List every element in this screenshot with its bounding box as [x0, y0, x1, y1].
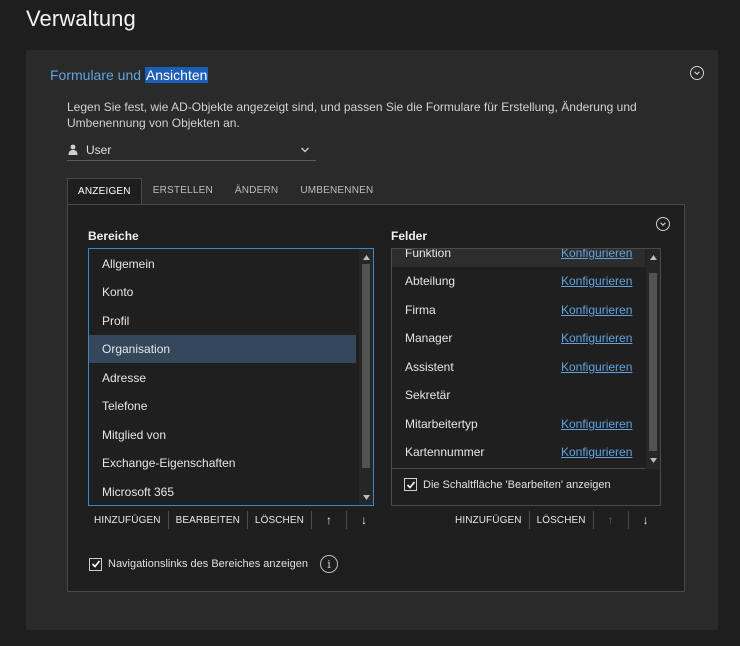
field-row[interactable]: Kartennummer Konfigurieren: [392, 438, 645, 466]
info-icon[interactable]: i: [319, 555, 338, 573]
configure-link[interactable]: Konfigurieren: [561, 249, 632, 260]
checkbox-checked[interactable]: [89, 557, 102, 571]
field-name: Kartennummer: [405, 445, 485, 459]
scroll-up-icon[interactable]: [646, 251, 660, 263]
tab-panel-anzeigen: Bereiche Felder Allgemein Konto Profil O…: [67, 204, 685, 592]
panel-collapse-button[interactable]: [656, 217, 670, 231]
field-row[interactable]: Abteilung Konfigurieren: [392, 267, 645, 295]
view-tabs: ANZEIGEN ERSTELLEN ÄNDERN UMBENENNEN: [67, 178, 384, 206]
configure-link[interactable]: Konfigurieren: [561, 445, 632, 459]
checkbox-label: Die Schaltfläche 'Bearbeiten' anzeigen: [423, 478, 611, 491]
arrow-up-icon: ↑: [607, 513, 614, 527]
list-item[interactable]: Microsoft 365: [89, 478, 356, 505]
bereiche-toolbar: HINZUFÜGEN BEARBEITEN LÖSCHEN ↑ ↓: [87, 511, 381, 529]
chevron-down-icon: [694, 71, 700, 75]
tab-aendern[interactable]: ÄNDERN: [224, 178, 289, 205]
user-icon: [68, 144, 82, 155]
list-item[interactable]: Profil: [89, 307, 356, 335]
field-row[interactable]: Assistent Konfigurieren: [392, 353, 645, 381]
felder-items: Funktion Konfigurieren Abteilung Konfigu…: [392, 249, 645, 469]
chevron-down-icon: [660, 222, 666, 226]
list-item[interactable]: Konto: [89, 278, 356, 306]
list-item[interactable]: Mitglied von: [89, 421, 356, 449]
page-title: Verwaltung: [26, 6, 136, 31]
move-down-button[interactable]: ↓: [347, 513, 381, 527]
scroll-down-icon[interactable]: [359, 491, 373, 503]
list-item[interactable]: Exchange-Eigenschaften: [89, 449, 356, 477]
tab-anzeigen[interactable]: ANZEIGEN: [67, 178, 142, 206]
field-name: Manager: [405, 331, 453, 345]
list-item[interactable]: Allgemein: [89, 250, 356, 278]
field-name: Firma: [405, 303, 436, 317]
felder-scrollbar[interactable]: [646, 249, 660, 469]
bereiche-list[interactable]: Allgemein Konto Profil Organisation Adre…: [88, 248, 374, 506]
delete-field-button[interactable]: LÖSCHEN: [530, 515, 593, 526]
bereiche-label: Bereiche: [88, 229, 139, 243]
field-name: Sekretär: [405, 388, 451, 402]
scroll-thumb[interactable]: [362, 264, 370, 468]
section-title-highlight: Ansichten: [144, 67, 209, 83]
checkmark-icon: [406, 480, 415, 489]
list-item[interactable]: Adresse: [89, 364, 356, 392]
nav-links-checkbox[interactable]: Navigationslinks des Bereiches anzeigen …: [89, 555, 338, 573]
section-title-part1: Formulare und: [50, 67, 145, 83]
checkmark-icon: [91, 560, 100, 568]
field-row[interactable]: Mitarbeitertyp Konfigurieren: [392, 410, 645, 438]
felder-list[interactable]: Funktion Konfigurieren Abteilung Konfigu…: [391, 248, 661, 506]
show-edit-button-checkbox[interactable]: Die Schaltfläche 'Bearbeiten' anzeigen: [404, 478, 611, 491]
configure-link[interactable]: Konfigurieren: [561, 331, 632, 345]
field-name: Abteilung: [405, 274, 456, 288]
arrow-down-icon: ↓: [360, 513, 367, 527]
field-row[interactable]: Manager Konfigurieren: [392, 324, 645, 352]
add-field-button[interactable]: HINZUFÜGEN: [448, 515, 529, 526]
arrow-up-icon: ↑: [325, 513, 332, 527]
felder-label: Felder: [391, 229, 428, 243]
field-row[interactable]: Funktion Konfigurieren: [392, 249, 645, 267]
scroll-thumb[interactable]: [649, 273, 657, 451]
move-up-button[interactable]: ↑: [312, 513, 346, 527]
delete-bereich-button[interactable]: LÖSCHEN: [248, 515, 311, 526]
arrow-down-icon: ↓: [642, 513, 649, 527]
move-down-button[interactable]: ↓: [629, 513, 663, 527]
field-name: Assistent: [405, 360, 454, 374]
field-name: Mitarbeitertyp: [405, 417, 478, 431]
list-item[interactable]: Telefone: [89, 392, 356, 420]
edit-bereich-button[interactable]: BEARBEITEN: [169, 515, 247, 526]
field-name: Funktion: [405, 249, 452, 260]
section-description: Legen Sie fest, wie AD-Objekte angezeigt…: [67, 100, 637, 130]
felder-toolbar: HINZUFÜGEN LÖSCHEN ↑ ↓: [448, 511, 663, 529]
bereiche-scrollbar[interactable]: [359, 249, 373, 505]
list-item-selected[interactable]: Organisation: [89, 335, 356, 363]
configure-link[interactable]: Konfigurieren: [561, 360, 632, 374]
tab-umbenennen[interactable]: UMBENENNEN: [289, 178, 384, 205]
object-type-value: User: [86, 142, 112, 157]
configure-link[interactable]: Konfigurieren: [561, 274, 632, 288]
tab-erstellen[interactable]: ERSTELLEN: [142, 178, 224, 205]
chevron-down-icon: [300, 146, 312, 154]
section-title: Formulare und Ansichten: [50, 67, 209, 83]
object-type-dropdown[interactable]: User: [67, 139, 316, 161]
scroll-up-icon[interactable]: [359, 251, 373, 263]
configure-link[interactable]: Konfigurieren: [561, 417, 632, 431]
configure-link[interactable]: Konfigurieren: [561, 303, 632, 317]
move-up-button[interactable]: ↑: [594, 513, 628, 527]
field-row[interactable]: Sekretär: [392, 381, 645, 409]
section-collapse-button[interactable]: [690, 66, 704, 80]
checkbox-checked[interactable]: [404, 478, 417, 491]
forms-views-card: Formulare und Ansichten Legen Sie fest, …: [26, 50, 718, 630]
add-bereich-button[interactable]: HINZUFÜGEN: [87, 515, 168, 526]
checkbox-label: Navigationslinks des Bereiches anzeigen: [108, 558, 308, 570]
scroll-down-icon[interactable]: [646, 454, 660, 466]
field-row[interactable]: Firma Konfigurieren: [392, 296, 645, 324]
